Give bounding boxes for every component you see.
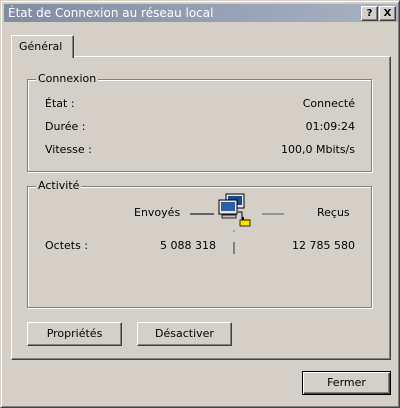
speed-value: 100,0 Mbits/s — [281, 143, 355, 156]
bytes-received-value: 12 785 580 — [292, 239, 355, 252]
connexion-group: Connexion État : Connecté Durée : 01:09:… — [27, 72, 372, 172]
dialog-window: État de Connexion au réseau local ? X Gé… — [0, 0, 400, 408]
properties-button[interactable]: Propriétés — [27, 322, 122, 346]
close-window-button[interactable]: X — [379, 6, 396, 21]
disable-button[interactable]: Désactiver — [137, 322, 232, 346]
activite-group: Activité Envoyés Reçus Octets : 5 088 31… — [27, 179, 372, 308]
title-bar[interactable]: État de Connexion au réseau local ? X — [4, 4, 398, 22]
window-title: État de Connexion au réseau local — [8, 6, 214, 20]
state-label: État : — [45, 97, 75, 110]
close-button[interactable]: Fermer — [302, 371, 391, 395]
duration-value: 01:09:24 — [305, 120, 355, 133]
sent-label: Envoyés — [134, 206, 181, 219]
connexion-group-title: Connexion — [36, 72, 99, 85]
state-value: Connecté — [302, 97, 355, 110]
help-button[interactable]: ? — [361, 6, 378, 21]
activite-group-title: Activité — [36, 179, 82, 192]
received-label: Reçus — [317, 206, 350, 219]
tab-general-label: Général — [19, 40, 63, 53]
tab-general[interactable]: Général — [11, 35, 74, 58]
network-activity-icon — [190, 193, 284, 254]
duration-label: Durée : — [45, 120, 86, 133]
general-panel: Connexion État : Connecté Durée : 01:09:… — [11, 56, 391, 360]
speed-label: Vitesse : — [45, 143, 92, 156]
bytes-label: Octets : — [45, 239, 89, 252]
